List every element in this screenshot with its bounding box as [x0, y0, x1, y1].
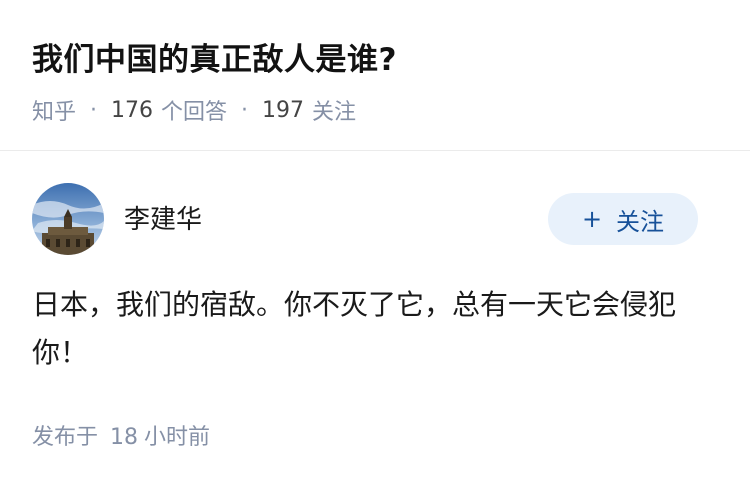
follow-button-label: 关注: [616, 207, 665, 236]
answer-content[interactable]: 日本，我们的宿敌。你不灭了它，总有一天它会侵犯你！: [32, 281, 712, 377]
author-name[interactable]: 李建华: [124, 199, 202, 236]
separator-dot: ·: [241, 97, 249, 123]
separator-dot: ·: [90, 97, 98, 123]
question-title[interactable]: 我们中国的真正敌人是谁?: [32, 34, 397, 79]
plus-icon: +: [581, 205, 603, 233]
publish-time: 发布于 18 小时前: [32, 419, 210, 451]
follow-button[interactable]: + 关注: [548, 193, 698, 245]
answer-count: 176: [111, 97, 154, 123]
follower-count-label: 关注: [312, 100, 357, 125]
publish-unit: 小时前: [144, 425, 211, 450]
publish-value: 18: [110, 425, 139, 450]
follower-count: 197: [262, 97, 305, 123]
publish-prefix: 发布于: [32, 425, 99, 450]
question-meta: 知乎 · 176 个回答 · 197 关注: [32, 94, 356, 126]
answer-count-label: 个回答: [161, 100, 228, 125]
source-label: 知乎: [32, 100, 77, 125]
question-header: 我们中国的真正敌人是谁? 知乎 · 176 个回答 · 197 关注: [0, 0, 750, 150]
answer-card: 李建华 + 关注 日本，我们的宿敌。你不灭了它，总有一天它会侵犯你！ 发布于 18…: [0, 151, 750, 482]
avatar[interactable]: [32, 183, 104, 255]
